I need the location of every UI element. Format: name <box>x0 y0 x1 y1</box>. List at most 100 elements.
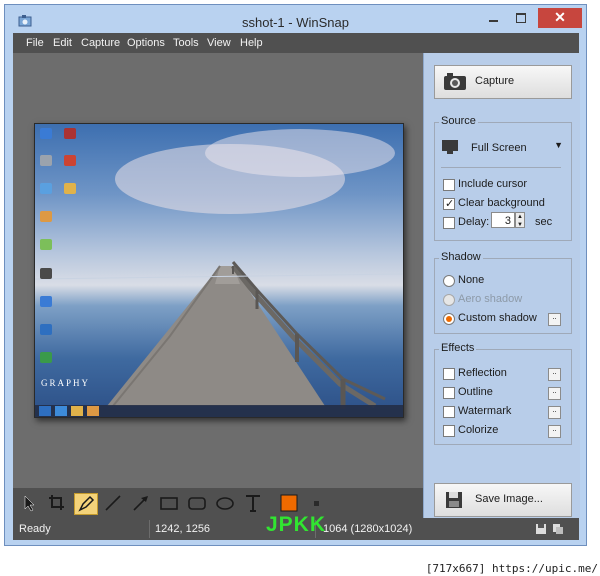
menu-bar: File Edit Capture Options Tools View Hel… <box>13 33 579 53</box>
effects-group-title: Effects <box>439 342 477 354</box>
app-icon <box>40 211 52 222</box>
ie-icon <box>40 324 52 335</box>
menu-options[interactable]: Options <box>127 37 165 49</box>
minimize-button[interactable] <box>480 8 506 28</box>
watermark-checkbox[interactable] <box>443 406 455 418</box>
ie-icon <box>55 406 67 416</box>
computer-icon <box>40 128 52 139</box>
reflection-checkbox[interactable] <box>443 368 455 380</box>
watermark-label: Watermark <box>458 405 512 417</box>
photo-watermark-text: GRAPHY <box>41 378 91 388</box>
capture-button-label: Capture <box>475 75 515 87</box>
pointer-tool-icon[interactable] <box>18 493 40 513</box>
separator <box>441 167 561 168</box>
menu-edit[interactable]: Edit <box>53 37 72 49</box>
maximize-button[interactable] <box>508 8 534 28</box>
source-mode-dropdown[interactable]: Full Screen ▼ <box>441 137 565 159</box>
chrome-icon <box>40 239 52 250</box>
shadow-custom-radio[interactable] <box>443 313 455 325</box>
shadow-custom-label: Custom shadow <box>458 312 537 324</box>
clear-background-label: Clear background <box>458 197 545 209</box>
crop-tool-icon[interactable] <box>46 493 68 513</box>
capture-button[interactable]: Capture <box>434 65 572 99</box>
reflection-label: Reflection <box>458 367 507 379</box>
folder-icon <box>64 183 76 194</box>
jpkk-overlay-text: JPKK <box>266 513 327 536</box>
app-icon <box>40 296 52 307</box>
shadow-none-radio[interactable] <box>443 275 455 287</box>
include-cursor-label: Include cursor <box>458 178 528 190</box>
colorize-settings-button[interactable]: .. <box>548 425 561 438</box>
menu-help[interactable]: Help <box>240 37 263 49</box>
rounded-rectangle-tool-icon[interactable] <box>186 493 208 513</box>
delay-input[interactable]: 3 <box>491 212 515 228</box>
chevron-down-icon: ▼ <box>554 140 563 150</box>
chrome-icon <box>87 406 99 416</box>
arrow-tool-icon[interactable] <box>130 493 152 513</box>
preview-canvas[interactable]: GRAPHY <box>13 53 423 488</box>
line-tool-icon[interactable] <box>102 493 124 513</box>
pen-tool-icon[interactable] <box>74 493 98 515</box>
shadow-group: Shadow None Aero shadow Custom shadow .. <box>434 251 572 334</box>
copy-status-icon[interactable] <box>552 523 564 535</box>
status-text: Ready <box>19 523 51 535</box>
save-image-label: Save Image... <box>475 493 543 505</box>
save-image-button[interactable]: Save Image... <box>434 483 572 517</box>
reflection-settings-button[interactable]: .. <box>548 368 561 381</box>
app-icon <box>64 155 76 166</box>
options-panel: Capture Source Full Screen ▼ Include cur… <box>423 53 580 518</box>
source-group-title: Source <box>439 115 478 127</box>
clear-background-checkbox[interactable]: ✓ <box>443 198 455 210</box>
delay-label: Delay: <box>458 216 490 228</box>
network-icon <box>40 183 52 194</box>
outline-settings-button[interactable]: .. <box>548 387 561 400</box>
menu-tools[interactable]: Tools <box>173 37 199 49</box>
cursor-coordinates: 1242, 1256 <box>155 523 211 535</box>
floppy-disk-icon <box>446 492 462 508</box>
effects-group: Effects Reflection .. Outline .. Waterma… <box>434 342 572 445</box>
source-group: Source Full Screen ▼ Include cursor ✓ Cl… <box>434 115 572 241</box>
include-cursor-checkbox[interactable] <box>443 179 455 191</box>
camera-icon <box>444 73 466 90</box>
ellipse-tool-icon[interactable] <box>214 493 236 513</box>
captured-screenshot-preview: GRAPHY <box>34 123 404 418</box>
delay-unit: sec <box>535 216 553 228</box>
shadow-settings-button[interactable]: .. <box>548 313 561 326</box>
close-button[interactable]: ✕ <box>538 8 582 28</box>
recycle-bin-icon <box>40 155 52 166</box>
text-tool-icon[interactable] <box>242 493 264 513</box>
shadow-aero-radio <box>443 294 455 306</box>
line-width-icon[interactable] <box>306 493 328 513</box>
pier-illustration <box>35 261 403 409</box>
shadow-none-label: None <box>458 274 485 286</box>
delay-checkbox[interactable] <box>443 217 455 229</box>
image-size-text: 1064 (1280x1024) <box>323 523 413 535</box>
menu-view[interactable]: View <box>207 37 231 49</box>
shadow-aero-label: Aero shadow <box>458 293 523 305</box>
start-icon <box>39 406 51 416</box>
rectangle-tool-icon[interactable] <box>158 493 180 513</box>
menu-capture[interactable]: Capture <box>81 37 120 49</box>
outline-checkbox[interactable] <box>443 387 455 399</box>
delay-spinner[interactable]: ▲ ▼ <box>515 212 525 228</box>
status-divider <box>149 520 150 538</box>
shadow-group-title: Shadow <box>439 251 483 263</box>
menu-file[interactable]: File <box>26 37 44 49</box>
drawing-toolbar <box>13 488 423 518</box>
watermark-settings-button[interactable]: .. <box>548 406 561 419</box>
app-icon <box>64 128 76 139</box>
colorize-label: Colorize <box>458 424 499 436</box>
app-icon <box>40 268 52 279</box>
explorer-icon <box>71 406 83 416</box>
windows-taskbar <box>35 405 403 417</box>
source-mode-value: Full Screen <box>471 142 527 154</box>
upic-url-text: [717x667] https://upic.me/ <box>425 562 598 575</box>
check-icon: ✓ <box>445 198 455 210</box>
radio-selected-dot <box>446 316 452 322</box>
colorize-checkbox[interactable] <box>443 425 455 437</box>
color-swatch-icon[interactable] <box>278 493 300 513</box>
app-icon <box>40 352 52 363</box>
monitor-icon <box>442 140 458 154</box>
save-status-icon[interactable] <box>535 523 547 535</box>
outline-label: Outline <box>458 386 493 398</box>
